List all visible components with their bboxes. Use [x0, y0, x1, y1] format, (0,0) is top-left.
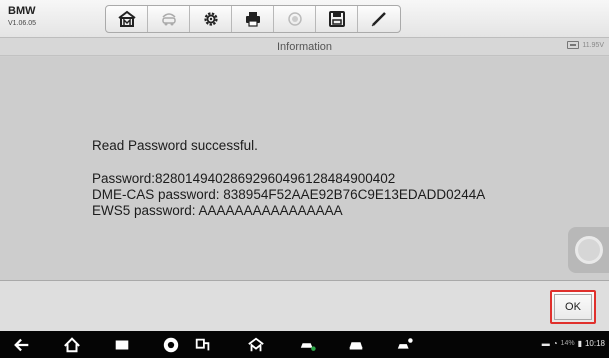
- voltage-value: 11.95V: [582, 41, 604, 49]
- save-icon: [328, 11, 345, 27]
- battery-percent: 14%: [560, 340, 575, 347]
- back-button[interactable]: [12, 335, 32, 355]
- vehicle-voltage: 11.95V: [567, 41, 604, 49]
- service-car-button[interactable]: [298, 335, 318, 355]
- help-icon: [287, 12, 302, 26]
- password-line: Password:8280149402869296049612848490040…: [92, 171, 396, 186]
- action-bar: OK: [0, 280, 609, 331]
- ok-button[interactable]: OK: [550, 290, 596, 324]
- app-version: V1.06.05: [8, 20, 37, 27]
- vehicle-swap-button[interactable]: [148, 6, 190, 32]
- print-button[interactable]: [232, 6, 274, 32]
- home-m-icon: [248, 337, 264, 352]
- app-name: BMW: [8, 5, 36, 17]
- system-navbar: ▬ ◔ 14% ▮ 10:18: [0, 331, 609, 358]
- vehicle-swap-icon: [161, 13, 176, 26]
- system-status: ▬ ◔ 14% ▮ 10:18: [542, 339, 605, 348]
- car-button[interactable]: [346, 335, 366, 355]
- recent-apps-icon: [115, 340, 129, 350]
- toolbar-button-group: [105, 5, 401, 33]
- back-arrow-icon: [14, 338, 29, 352]
- browser-icon: [163, 337, 179, 353]
- battery-icon: ▮: [577, 339, 582, 348]
- dme-cas-password-line: DME-CAS password: 838954F52AAE92B76C9E13…: [92, 187, 486, 202]
- title-bar: Information 11.95V: [0, 38, 609, 56]
- status-message: Read Password successful.: [92, 138, 258, 153]
- settings-button[interactable]: [190, 6, 232, 32]
- edit-icon: [371, 12, 386, 27]
- nav-home-button[interactable]: [62, 335, 82, 355]
- clock: 10:18: [584, 339, 605, 348]
- car-icon: [349, 342, 363, 350]
- maxifix-button[interactable]: [246, 335, 266, 355]
- home-button[interactable]: [106, 6, 148, 32]
- ok-button-label: OK: [554, 294, 592, 320]
- wifi-icon: ◔: [552, 339, 558, 348]
- browser-button[interactable]: [161, 335, 181, 355]
- ews5-password-line: EWS5 password: AAAAAAAAAAAAAAAA: [92, 203, 343, 218]
- house-icon: [64, 337, 80, 353]
- car-person-icon: [397, 338, 413, 349]
- car-service-icon: [300, 343, 316, 351]
- page-title: Information: [276, 41, 333, 53]
- message-panel: Read Password successful. Password:82801…: [0, 57, 609, 280]
- remote-expert-button[interactable]: [395, 335, 415, 355]
- settings-icon: [203, 12, 218, 26]
- home-icon: [117, 10, 136, 27]
- print-icon: [245, 12, 260, 27]
- floating-assist-button[interactable]: [568, 227, 609, 273]
- save-button[interactable]: [316, 6, 358, 32]
- top-toolbar: BMW V1.06.05: [0, 0, 609, 38]
- help-button[interactable]: [274, 6, 316, 32]
- vci-connector-icon: [195, 338, 210, 351]
- message-icon: ▬: [541, 339, 550, 348]
- edit-button[interactable]: [358, 6, 400, 32]
- vci-button[interactable]: [193, 335, 213, 355]
- assist-ring-icon: [575, 236, 603, 264]
- car-battery-icon: [567, 41, 580, 49]
- recent-apps-button[interactable]: [112, 335, 132, 355]
